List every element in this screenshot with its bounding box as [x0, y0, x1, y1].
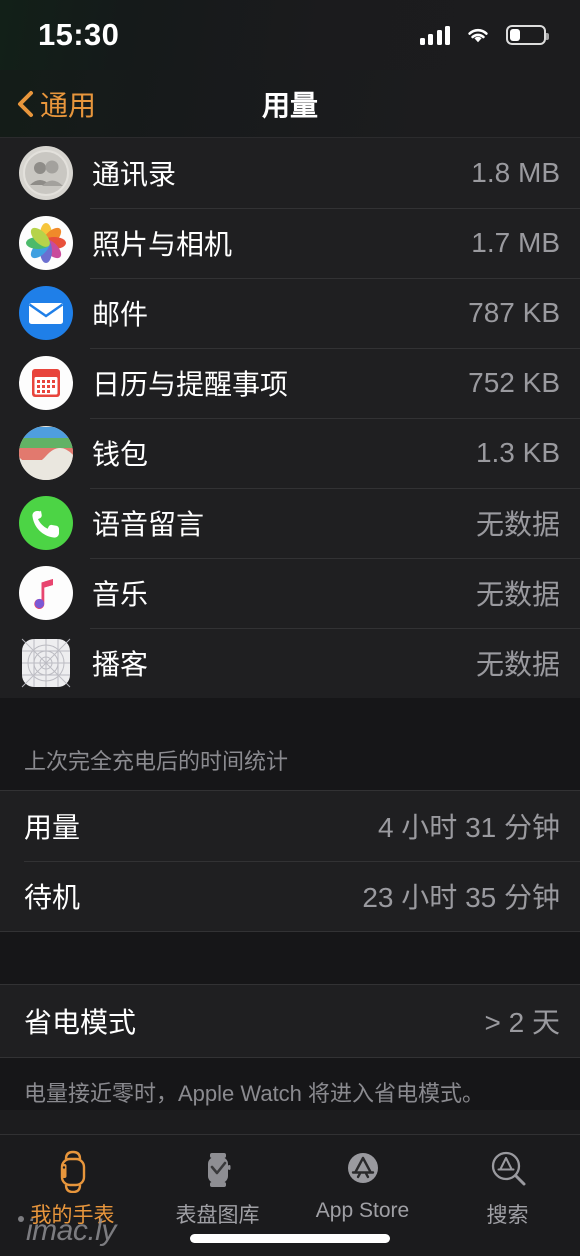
site-watermark: imac.ly: [18, 1214, 116, 1248]
list-item-label: 语音留言: [92, 509, 205, 540]
photos-icon: [18, 215, 74, 271]
list-item-label: 省电模式: [24, 1007, 137, 1038]
list-item-label: 待机: [24, 882, 81, 913]
voicemail-icon: [18, 495, 74, 551]
list-item[interactable]: 日历与提醒事项 752 KB: [0, 348, 580, 418]
list-item[interactable]: 通讯录 1.8 MB: [0, 138, 580, 208]
wifi-icon: [465, 25, 491, 45]
battery-icon: [506, 25, 549, 45]
list-item-value: 1.3 KB: [475, 437, 560, 468]
list-item-value: 23 小时 35 分钟: [362, 882, 560, 913]
list-item[interactable]: 钱包 1.3 KB: [0, 418, 580, 488]
list-item-label: 播客: [92, 649, 149, 680]
list-item-value: 无数据: [475, 509, 560, 540]
app-store-search-icon: [485, 1147, 531, 1193]
list-item[interactable]: 语音留言 无数据: [0, 488, 580, 558]
section-gap: [0, 698, 580, 726]
status-indicators: [419, 25, 549, 45]
list-item-value: 4 小时 31 分钟: [377, 812, 560, 843]
watch-app-usage-screen: 15:30 通用 用量 通讯录 1.8 MB 照片与相机 1.7 MB 邮件 7…: [0, 0, 580, 1256]
list-item: 省电模式 > 2 天: [0, 985, 580, 1057]
list-item-label: 日历与提醒事项: [92, 369, 289, 400]
list-item-label: 用量: [24, 812, 81, 843]
contacts-icon: [18, 145, 74, 201]
music-icon: [18, 565, 74, 621]
list-item-label: 音乐: [92, 579, 149, 610]
back-button[interactable]: 通用: [0, 84, 96, 124]
chevron-left-icon: [14, 89, 36, 119]
tab-label: App Store: [315, 1199, 410, 1222]
list-item-value: 752 KB: [468, 367, 560, 398]
podcasts-icon: [18, 635, 74, 691]
tab-label: 搜索: [486, 1204, 529, 1227]
tab-label: 表盘图库: [175, 1204, 260, 1227]
status-clock: 15:30: [38, 17, 120, 52]
list-item: 用量 4 小时 31 分钟: [0, 791, 580, 861]
cellular-bars-icon: [419, 25, 450, 45]
list-item[interactable]: 照片与相机 1.7 MB: [0, 208, 580, 278]
time-since-charge-list: 用量 4 小时 31 分钟 待机 23 小时 35 分钟: [0, 790, 580, 932]
list-item[interactable]: 邮件 787 KB: [0, 278, 580, 348]
list-item[interactable]: 播客 无数据: [0, 628, 580, 698]
app-store-icon: [340, 1147, 386, 1193]
list-item-value: > 2 天: [484, 1007, 560, 1038]
watch-face-icon: [195, 1147, 241, 1193]
tab-search[interactable]: 搜索: [435, 1147, 580, 1229]
tab-app-store[interactable]: App Store: [290, 1147, 435, 1223]
section-gap: [0, 932, 580, 984]
calendar-icon: [18, 355, 74, 411]
list-item-value: 787 KB: [468, 297, 560, 328]
list-item-value: 1.7 MB: [471, 227, 560, 258]
list-item-label: 通讯录: [92, 159, 177, 190]
list-item-label: 钱包: [92, 439, 149, 470]
list-item-value: 1.8 MB: [471, 157, 560, 188]
navigation-bar: 通用 用量: [0, 70, 580, 138]
back-button-label: 通用: [40, 89, 97, 121]
status-bar: 15:30: [0, 0, 580, 70]
watch-icon: [50, 1147, 96, 1194]
watermark-text: imac.ly: [26, 1214, 116, 1247]
list-item[interactable]: 音乐 无数据: [0, 558, 580, 628]
wallet-icon: [18, 425, 74, 481]
list-item: 待机 23 小时 35 分钟: [0, 861, 580, 931]
list-item-value: 无数据: [475, 649, 560, 680]
mail-icon: [18, 285, 74, 341]
time-since-charge-header: 上次完全充电后的时间统计: [0, 726, 580, 790]
home-indicator[interactable]: [190, 1234, 390, 1243]
list-item-value: 无数据: [475, 579, 560, 610]
power-reserve-footer: 电量接近零时，Apple Watch 将进入省电模式。: [0, 1058, 580, 1110]
power-reserve-list: 省电模式 > 2 天: [0, 984, 580, 1058]
list-item-label: 照片与相机: [92, 229, 233, 260]
list-item-label: 邮件: [92, 299, 149, 330]
app-storage-list: 通讯录 1.8 MB 照片与相机 1.7 MB 邮件 787 KB 日历与提醒事…: [0, 138, 580, 698]
tab-face-gallery[interactable]: 表盘图库: [145, 1147, 290, 1229]
